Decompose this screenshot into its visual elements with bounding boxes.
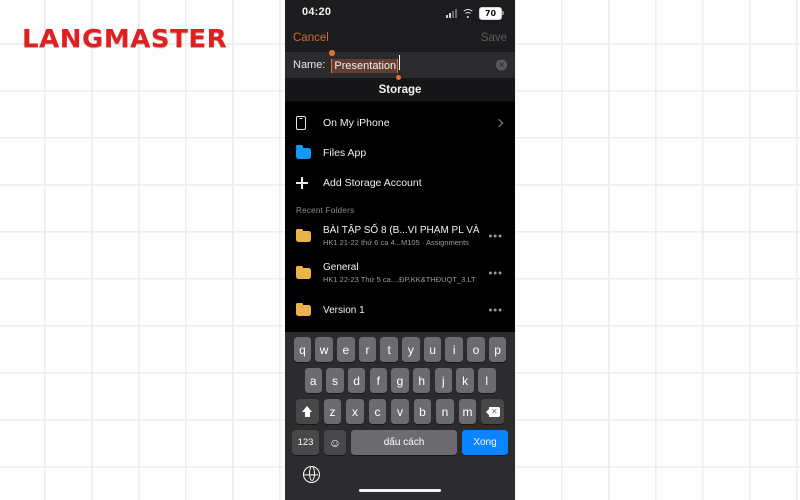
recent-folder-row[interactable]: BÀI TẬP SỐ 8 (B...VI PHẠM PL VÀ HK1 21-2…: [285, 218, 515, 255]
globe-icon[interactable]: [303, 466, 320, 483]
storage-item-add-account[interactable]: Add Storage Account: [285, 168, 515, 198]
backspace-key[interactable]: ✕: [481, 399, 505, 424]
key-g[interactable]: g: [391, 368, 409, 393]
more-options-icon[interactable]: •••: [488, 305, 503, 316]
backspace-icon: ✕: [485, 406, 500, 417]
wifi-icon: [461, 9, 475, 18]
space-key[interactable]: dấu cách: [351, 430, 457, 455]
recent-folder-title: BÀI TẬP SỐ 8 (B...VI PHẠM PL VÀ: [323, 225, 480, 236]
key-a[interactable]: a: [304, 368, 322, 393]
clear-text-icon[interactable]: ✕: [496, 59, 507, 71]
battery-level-text: 70: [484, 8, 497, 18]
key-d[interactable]: d: [347, 368, 366, 393]
storage-item-label: Add Storage Account: [323, 177, 422, 189]
emoji-key[interactable]: ☺: [324, 430, 346, 455]
virtual-keyboard[interactable]: q w e r t y u i o p a s d f g h j k l z …: [285, 332, 515, 500]
section-title: Storage: [285, 78, 515, 102]
cancel-button[interactable]: Cancel: [293, 32, 329, 44]
key-s[interactable]: s: [326, 368, 344, 393]
brand-logo: LANGMASTER: [22, 24, 228, 53]
battery-icon: 70: [479, 7, 505, 20]
recent-folder-row[interactable]: General HK1 22-23 Thứ 5 ca...,ĐP,KK&THĐU…: [285, 255, 515, 292]
key-v[interactable]: v: [391, 399, 409, 424]
cellular-bars-icon: [446, 9, 457, 18]
nav-bar: Cancel Save: [285, 28, 515, 52]
done-key[interactable]: Xong: [462, 430, 508, 455]
storage-item-files-app[interactable]: Files App: [285, 138, 515, 168]
key-z[interactable]: z: [323, 399, 342, 424]
page-root: LANGMASTER 04:20 70 Cancel Save Name: Pr…: [0, 0, 800, 500]
keyboard-row-4: 123 ☺ dấu cách Xong: [285, 430, 515, 455]
folder-icon: [296, 145, 314, 159]
key-p[interactable]: p: [488, 337, 507, 362]
recent-folder-texts: BÀI TẬP SỐ 8 (B...VI PHẠM PL VÀ HK1 21-2…: [323, 224, 480, 249]
recent-folder-subtitle: HK1 21-22 thứ 6 ca 4...M105 · Assignment…: [323, 238, 469, 247]
status-bar: 04:20 70: [285, 0, 515, 28]
folder-icon: [296, 265, 314, 279]
key-l[interactable]: l: [478, 368, 496, 393]
folder-icon: [296, 302, 314, 316]
numbers-key[interactable]: 123: [292, 430, 319, 455]
keyboard-row-1: q w e r t y u i o p: [285, 337, 515, 362]
keyboard-bottom-bar: [285, 460, 515, 500]
plus-icon: [296, 177, 314, 189]
status-indicators: 70: [446, 7, 505, 20]
key-h[interactable]: h: [412, 368, 431, 393]
save-button[interactable]: Save: [481, 32, 507, 44]
storage-item-on-my-iphone[interactable]: On My iPhone: [285, 108, 515, 138]
key-u[interactable]: u: [423, 337, 442, 362]
key-n[interactable]: n: [436, 399, 454, 424]
more-options-icon[interactable]: •••: [488, 231, 503, 242]
recent-folder-title: Version 1: [323, 305, 365, 316]
keyboard-row-3: z x c v b n m ✕: [285, 399, 515, 424]
name-input-wrapper[interactable]: Presentation: [329, 50, 402, 80]
key-m[interactable]: m: [458, 399, 477, 424]
text-caret: [398, 55, 401, 70]
key-y[interactable]: y: [402, 337, 420, 362]
folder-icon: [296, 228, 314, 242]
storage-item-label: Files App: [323, 147, 367, 159]
name-field-row[interactable]: Name: Presentation ✕: [285, 50, 515, 80]
key-o[interactable]: o: [467, 337, 485, 362]
key-x[interactable]: x: [346, 399, 364, 424]
selection-handle-start[interactable]: [329, 50, 335, 56]
recent-folder-subtitle: HK1 22-23 Thứ 5 ca...,ĐP,KK&THĐUQT_3.LT: [323, 275, 476, 284]
key-r[interactable]: r: [358, 337, 377, 362]
name-field-label: Name:: [293, 59, 326, 71]
key-w[interactable]: w: [315, 337, 333, 362]
key-j[interactable]: j: [434, 368, 453, 393]
storage-list: On My iPhone Files App Add Storage Accou…: [285, 102, 515, 329]
more-options-icon[interactable]: •••: [488, 268, 503, 279]
recent-folders-header: Recent Folders: [296, 206, 355, 215]
status-time: 04:20: [302, 6, 332, 18]
phone-screen: 04:20 70 Cancel Save Name: Presentation …: [285, 0, 515, 500]
key-q[interactable]: q: [293, 337, 312, 362]
iphone-icon: [296, 116, 314, 130]
selection-handle-end[interactable]: [395, 74, 402, 80]
name-input[interactable]: Presentation: [331, 59, 399, 73]
recent-folder-texts: General HK1 22-23 Thứ 5 ca...,ĐP,KK&THĐU…: [323, 261, 476, 286]
key-b[interactable]: b: [413, 399, 432, 424]
chevron-right-icon: [494, 118, 504, 128]
key-i[interactable]: i: [445, 337, 463, 362]
key-f[interactable]: f: [369, 368, 388, 393]
shift-icon: [301, 405, 313, 418]
key-k[interactable]: k: [456, 368, 474, 393]
recent-folder-row[interactable]: Version 1 •••: [285, 292, 515, 329]
recent-folder-texts: Version 1: [323, 304, 365, 317]
key-t[interactable]: t: [380, 337, 398, 362]
recent-folder-title: General: [323, 262, 359, 273]
storage-item-label: On My iPhone: [323, 117, 390, 129]
home-indicator[interactable]: [359, 488, 441, 492]
shift-key[interactable]: [295, 399, 319, 424]
key-c[interactable]: c: [368, 399, 387, 424]
keyboard-row-2: a s d f g h j k l: [285, 368, 515, 393]
key-e[interactable]: e: [337, 337, 355, 362]
